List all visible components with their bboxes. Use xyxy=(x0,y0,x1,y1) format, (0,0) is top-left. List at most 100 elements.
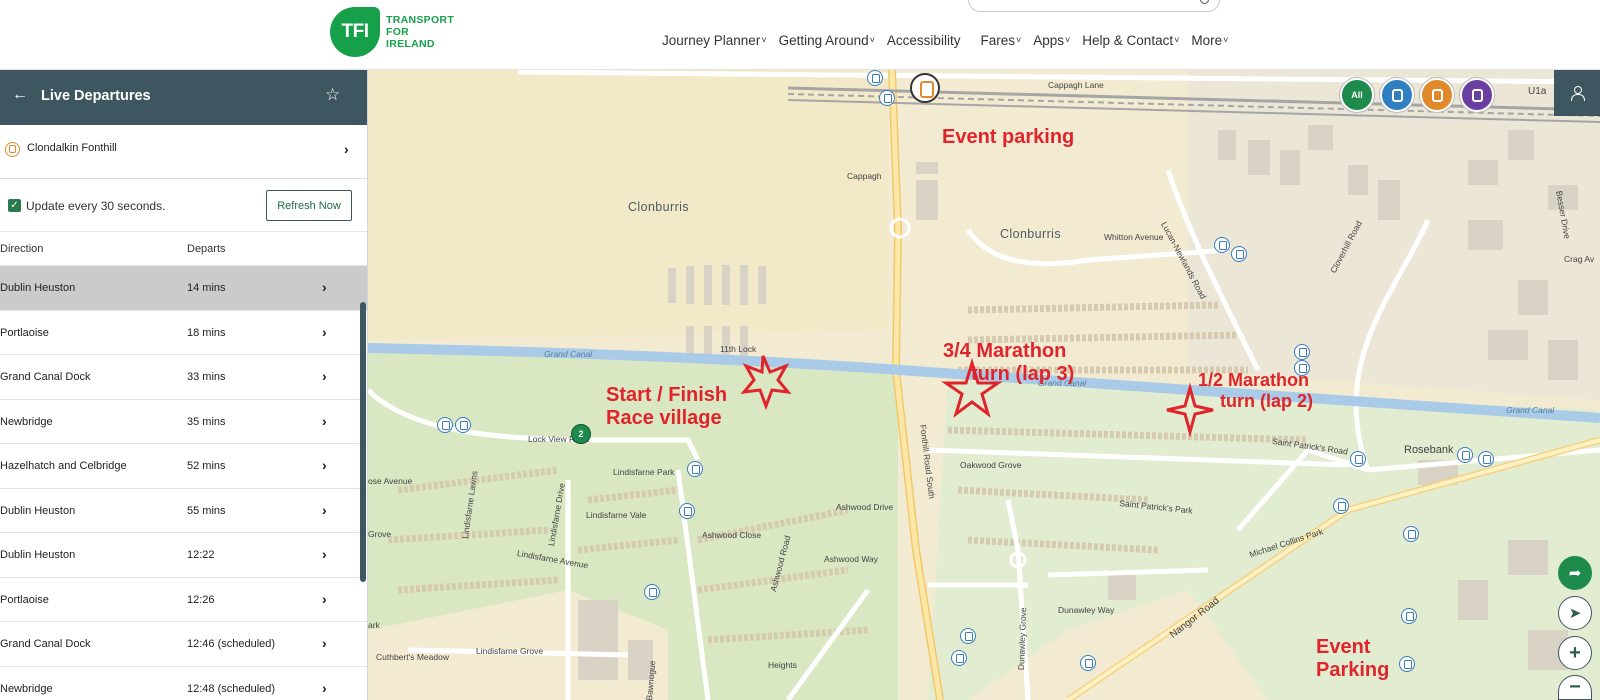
bus-stop-marker[interactable] xyxy=(1457,447,1473,463)
chevron-down-icon: ˅ xyxy=(1015,35,1022,45)
bus-stop-marker[interactable] xyxy=(679,503,695,519)
filter-tram-button[interactable] xyxy=(1460,78,1494,112)
departure-time: 52 mins xyxy=(187,460,226,472)
departure-time: 33 mins xyxy=(187,371,226,383)
location-arrow-icon: ➤ xyxy=(1568,605,1582,622)
filter-all-button[interactable]: All xyxy=(1340,78,1374,112)
departure-row[interactable]: Portlaoise 12:26 › xyxy=(0,578,367,622)
nav-apps[interactable]: Apps˅ xyxy=(1033,33,1070,48)
bus-stop-marker[interactable] xyxy=(455,417,471,433)
locate-me-button[interactable]: ➤ xyxy=(1558,596,1592,630)
departure-row[interactable]: Newbridge 35 mins › xyxy=(0,400,367,444)
bus-stop-marker[interactable] xyxy=(879,90,895,106)
bus-stop-marker[interactable] xyxy=(437,417,453,433)
street-crag-av: Crag Av xyxy=(1564,254,1595,264)
bus-stop-marker[interactable] xyxy=(687,461,703,477)
stop-cluster-marker[interactable]: 2 xyxy=(571,424,591,444)
departure-direction: Newbridge xyxy=(0,415,53,428)
annotation-start-finish-line-2: Race village xyxy=(606,407,722,429)
departure-row[interactable]: Dublin Heuston 14 mins › xyxy=(0,266,367,311)
nav-fares[interactable]: Fares˅ xyxy=(980,33,1021,48)
map-view[interactable]: Clonburris Clonburris Cappagh Rosebank G… xyxy=(368,70,1600,700)
filter-bus-button[interactable] xyxy=(1380,78,1414,112)
search-icon[interactable] xyxy=(1200,0,1209,4)
train-icon xyxy=(1431,88,1443,102)
tfi-logo[interactable]: TFI TRANSPORT FOR IRELAND xyxy=(330,7,454,57)
departure-row[interactable]: Dublin Heuston 12:22 › xyxy=(0,533,367,578)
nav-label: Accessibility xyxy=(886,33,961,48)
chevron-right-icon: › xyxy=(322,323,327,340)
departure-direction: Dublin Heuston xyxy=(0,282,76,294)
departure-row[interactable]: Grand Canal Dock 12:46 (scheduled) › xyxy=(0,622,367,667)
nav-accessibility[interactable]: Accessibility xyxy=(887,33,961,48)
bus-stop-marker[interactable] xyxy=(960,628,976,644)
directions-button[interactable]: ➦ xyxy=(1558,556,1592,590)
street-heights: Heights xyxy=(768,660,797,670)
auto-update-checkbox[interactable]: ✓ xyxy=(8,199,21,212)
departure-row[interactable]: Hazelhatch and Celbridge 52 mins › xyxy=(0,444,367,489)
nav-more[interactable]: More˅ xyxy=(1191,33,1228,48)
annotation-event-parking-top: Event parking xyxy=(942,126,1075,148)
bus-stop-marker[interactable] xyxy=(1333,498,1349,514)
departure-direction: Hazelhatch and Celbridge xyxy=(0,460,127,472)
annotation-event-parking-bottom-line-2: Parking xyxy=(1316,659,1390,681)
stop-name: Clondalkin Fonthill xyxy=(27,142,117,154)
nav-journey-planner[interactable]: Journey Planner˅ xyxy=(662,33,767,48)
street-lindisfarne-grove: Lindisfarne Grove xyxy=(476,646,544,656)
bus-stop-marker[interactable] xyxy=(1231,246,1247,262)
stop-selector[interactable]: Clondalkin Fonthill › xyxy=(0,125,367,179)
chevron-right-icon: › xyxy=(322,546,327,562)
chevron-right-icon: › xyxy=(322,368,327,384)
departures-list: Dublin Heuston 14 mins › Portlaoise 18 mins… xyxy=(0,266,367,700)
departure-time: 12:46 (scheduled) xyxy=(187,638,276,650)
back-arrow-icon[interactable]: ← xyxy=(12,86,28,104)
refresh-now-button[interactable]: Refresh Now xyxy=(266,190,352,221)
departure-row[interactable]: Grand Canal Dock 33 mins › xyxy=(0,355,367,400)
chevron-down-icon: ˅ xyxy=(1174,35,1180,45)
favourite-star-icon[interactable]: ☆ xyxy=(325,85,340,105)
bus-stop-marker[interactable] xyxy=(1294,344,1310,360)
chevron-right-icon: › xyxy=(344,141,349,157)
chevron-down-icon: ˅ xyxy=(1065,35,1071,45)
departure-time: 12:26 xyxy=(187,593,215,606)
street-ashwood-drive: Ashwood Drive xyxy=(836,502,894,512)
nav-label: Apps xyxy=(1033,33,1065,48)
street-ark: ark xyxy=(368,620,380,630)
departure-row[interactable]: Dublin Heuston 55 mins › xyxy=(0,489,367,533)
nav-getting-around[interactable]: Getting Around˅ xyxy=(779,33,875,48)
departure-direction: Newbridge xyxy=(0,682,53,695)
filter-train-button[interactable] xyxy=(1420,78,1454,112)
bus-stop-marker[interactable] xyxy=(1294,360,1310,376)
chevron-down-icon: ˅ xyxy=(869,35,875,45)
minus-icon: − xyxy=(1569,676,1581,698)
departure-row[interactable]: Newbridge 12:48 (scheduled) › xyxy=(0,667,367,700)
bus-stop-marker[interactable] xyxy=(1403,526,1419,542)
nav-help-contact[interactable]: Help & Contact˅ xyxy=(1082,33,1179,48)
place-clonburris-west: Clonburris xyxy=(628,200,689,214)
annotation-start-finish: Start / Finish Race village xyxy=(606,384,727,430)
zoom-in-button[interactable]: + xyxy=(1558,636,1592,670)
bus-stop-marker[interactable] xyxy=(867,70,883,86)
bus-icon xyxy=(1391,88,1403,102)
annotation-half-turn: 1/2 Marathon turn (lap 2) xyxy=(1198,370,1313,412)
account-button[interactable] xyxy=(1554,70,1600,116)
bus-stop-marker[interactable] xyxy=(1399,656,1415,672)
street-ashwood-close: Ashwood Close xyxy=(702,530,762,540)
bus-stop-marker[interactable] xyxy=(951,650,967,666)
bus-stop-marker[interactable] xyxy=(1080,655,1096,671)
chevron-right-icon: › xyxy=(322,590,327,607)
bus-stop-marker[interactable] xyxy=(1350,451,1366,467)
bus-stop-marker[interactable] xyxy=(1478,451,1494,467)
departures-scrollbar[interactable] xyxy=(360,302,366,582)
chevron-right-icon: › xyxy=(322,679,327,696)
train-station-marker[interactable] xyxy=(910,73,940,103)
annotation-start-finish-line-1: Start / Finish xyxy=(606,384,728,406)
site-search-input[interactable] xyxy=(968,0,1220,12)
bus-stop-marker[interactable] xyxy=(1214,237,1230,253)
bus-stop-marker[interactable] xyxy=(1401,608,1417,624)
departure-direction: Dublin Heuston xyxy=(0,549,76,561)
live-departures-panel: ← Live Departures ☆ Clondalkin Fonthill … xyxy=(0,70,368,700)
chevron-right-icon: › xyxy=(322,635,327,651)
departure-row[interactable]: Portlaoise 18 mins › xyxy=(0,311,367,355)
bus-stop-marker[interactable] xyxy=(644,584,660,600)
